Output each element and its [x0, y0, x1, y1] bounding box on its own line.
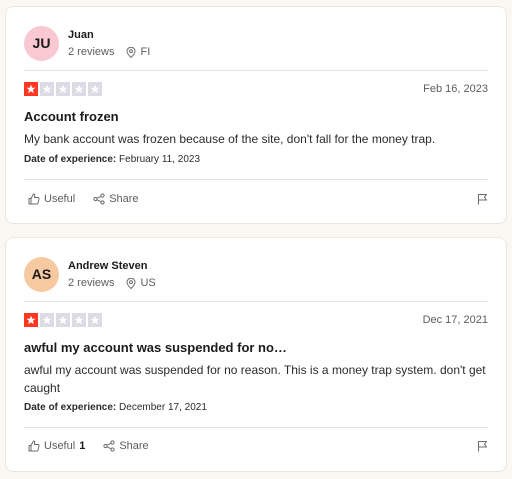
review-count: 2 reviews	[68, 45, 115, 58]
useful-label: Useful	[44, 440, 76, 452]
divider	[24, 301, 488, 302]
report-flag-button[interactable]	[477, 193, 488, 205]
reviewer-stats: 2 reviews FI	[68, 46, 150, 59]
review-title[interactable]: awful my account was suspended for no…	[24, 340, 287, 355]
reviewer-location: US	[126, 276, 156, 290]
share-icon	[93, 193, 105, 205]
thumbs-up-icon	[28, 440, 40, 452]
avatar[interactable]: AS	[24, 256, 59, 292]
thumbs-up-icon	[28, 193, 40, 205]
reviewer-stats: 2 reviews US	[68, 277, 156, 290]
avatar[interactable]: JU	[24, 25, 59, 61]
flag-icon	[478, 194, 487, 205]
experience-date: Date of experience: December 17, 2021	[24, 402, 207, 413]
star-empty-icon	[72, 313, 86, 327]
star-filled-icon	[24, 82, 38, 96]
location-code: US	[140, 276, 156, 289]
share-label: Share	[109, 193, 139, 205]
divider	[24, 427, 488, 428]
location-pin-icon	[126, 277, 136, 289]
share-button[interactable]: Share	[103, 440, 149, 452]
review-body: awful my account was suspended for no re…	[24, 363, 486, 395]
review-date: Feb 16, 2023	[423, 83, 488, 95]
share-icon	[103, 440, 115, 452]
experience-label: Date of experience:	[24, 154, 117, 165]
star-empty-icon	[88, 313, 102, 327]
review-date: Dec 17, 2021	[422, 314, 488, 326]
star-empty-icon	[72, 82, 86, 96]
review-card: AS Andrew Steven 2 reviews US Dec 17, 20…	[5, 237, 507, 472]
experience-date: Date of experience: February 11, 2023	[24, 154, 200, 165]
flag-icon	[478, 441, 487, 452]
experience-value: December 17, 2021	[119, 402, 207, 413]
useful-count: 1	[79, 440, 86, 452]
star-empty-icon	[88, 82, 102, 96]
report-flag-button[interactable]	[477, 440, 488, 452]
star-filled-icon	[24, 313, 38, 327]
review-count: 2 reviews	[68, 276, 115, 289]
reviewer-location: FI	[126, 46, 150, 59]
useful-button[interactable]: Useful	[28, 193, 75, 205]
review-title[interactable]: Account frozen	[24, 109, 119, 124]
location-pin-icon	[126, 46, 136, 58]
experience-value: February 11, 2023	[119, 154, 201, 165]
star-empty-icon	[56, 82, 70, 96]
star-empty-icon	[56, 313, 70, 327]
reviewer-header: AS Andrew Steven 2 reviews US	[24, 256, 156, 292]
star-empty-icon	[40, 82, 54, 96]
reviewer-name[interactable]: Andrew Steven	[68, 259, 156, 273]
review-body: My bank account was frozen because of th…	[24, 132, 436, 146]
star-empty-icon	[40, 313, 54, 327]
star-rating	[24, 313, 102, 327]
review-actions: Useful Share	[28, 193, 488, 205]
star-rating	[24, 82, 102, 96]
review-card: JU Juan 2 reviews FI Feb 16, 2023 Accoun…	[5, 6, 507, 224]
reviewer-name[interactable]: Juan	[68, 28, 150, 42]
divider	[24, 70, 488, 71]
review-actions: Useful 1 Share	[28, 440, 488, 452]
share-button[interactable]: Share	[93, 193, 139, 205]
experience-label: Date of experience:	[24, 402, 117, 413]
useful-label: Useful	[44, 193, 76, 205]
location-code: FI	[140, 45, 151, 58]
share-label: Share	[119, 440, 149, 452]
divider	[24, 179, 488, 180]
reviewer-meta: Juan 2 reviews FI	[68, 28, 150, 59]
useful-button[interactable]: Useful 1	[28, 440, 85, 452]
reviewer-meta: Andrew Steven 2 reviews US	[68, 259, 156, 290]
reviewer-header: JU Juan 2 reviews FI	[24, 25, 150, 61]
